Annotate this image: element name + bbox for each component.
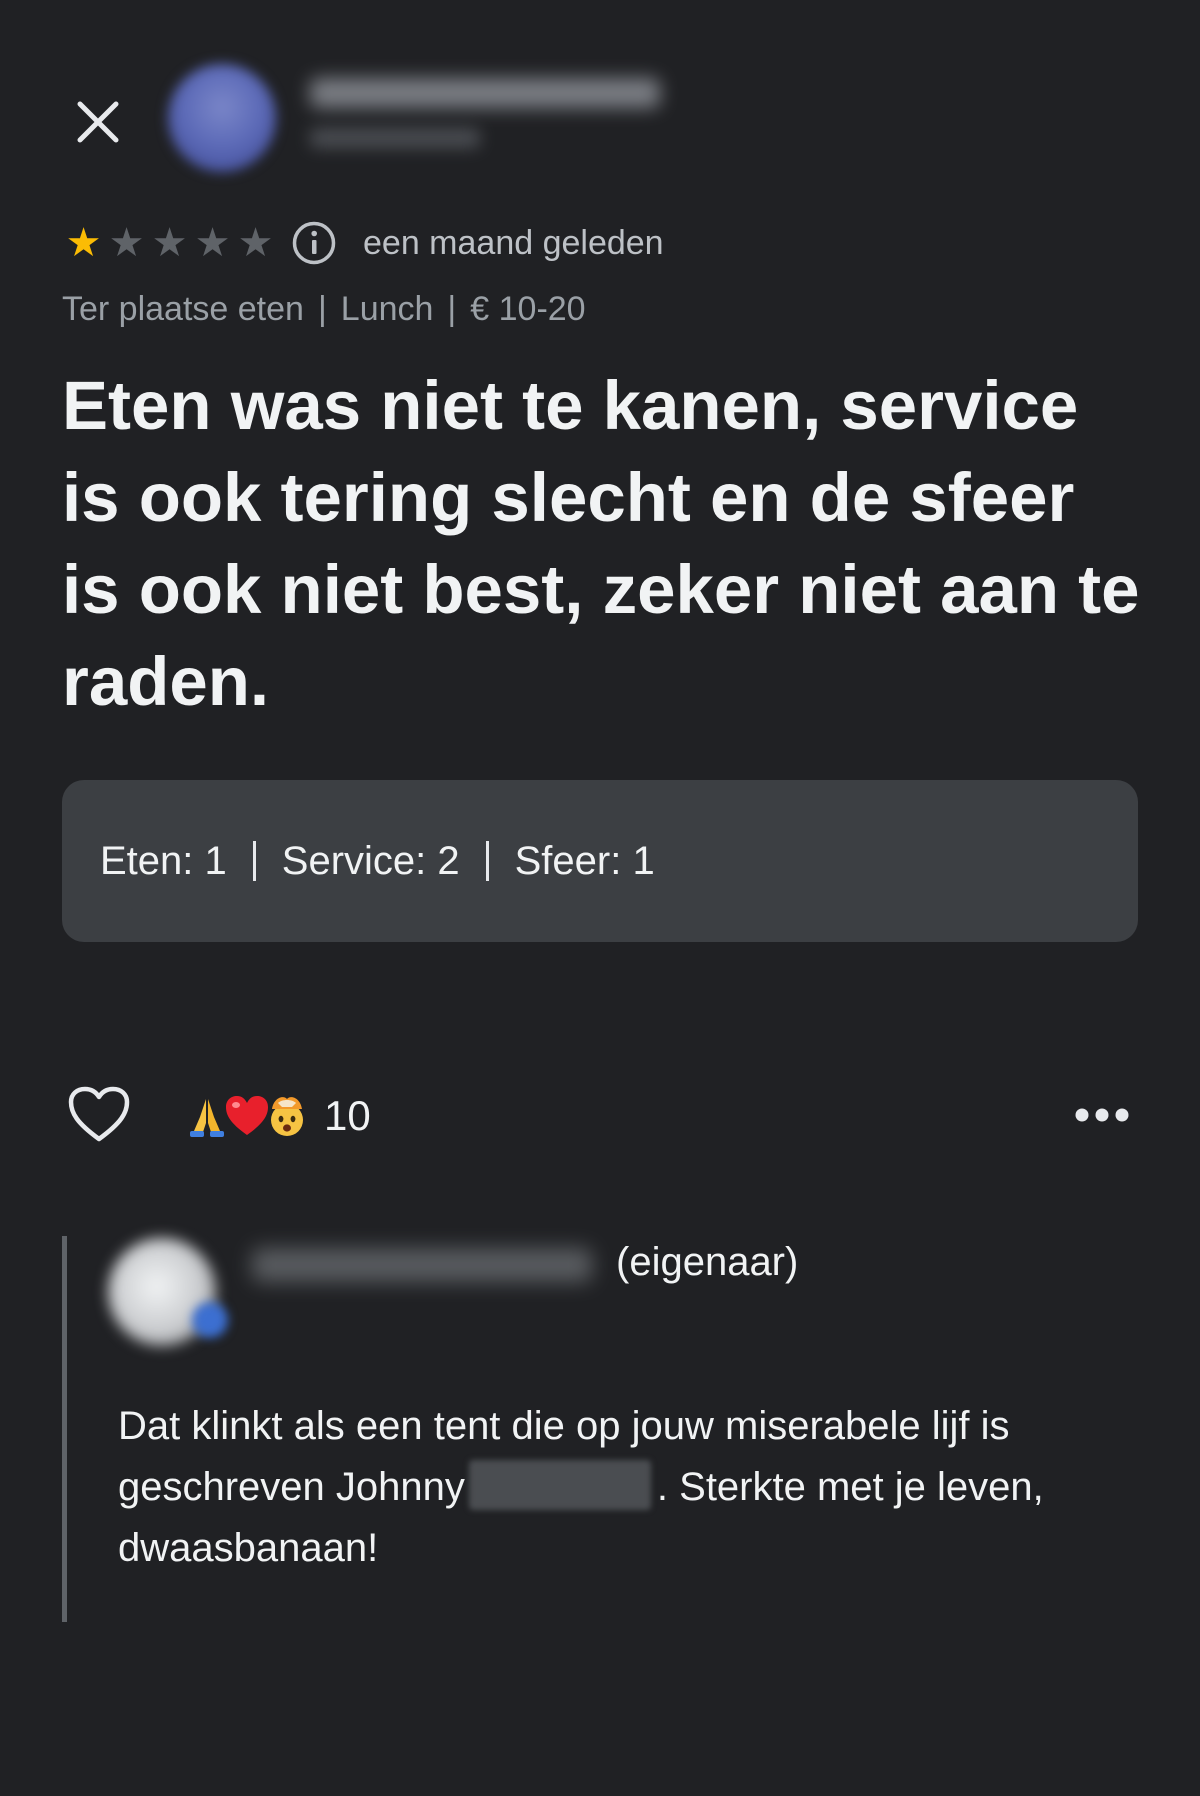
star-empty-icon: ★ (194, 220, 231, 266)
owner-reply-text: Dat klinkt als een tent die op jouw mise… (118, 1396, 1128, 1579)
owner-badge-icon (192, 1302, 228, 1338)
more-horizontal-icon (1075, 1108, 1129, 1122)
separator: | (317, 290, 327, 328)
reviewer-avatar[interactable] (168, 64, 276, 172)
heart-outline-icon (68, 1086, 130, 1142)
star-empty-icon: ★ (108, 220, 145, 266)
owner-label: (eigenaar) (616, 1240, 799, 1284)
separator (252, 841, 256, 881)
owner-name-redacted[interactable] (252, 1248, 592, 1282)
review-details: Ter plaatse eten | Lunch | € 10-20 (62, 290, 586, 329)
reviewer-meta-redacted (310, 128, 480, 148)
exploding-head-emoji (271, 1097, 303, 1136)
info-icon[interactable] (291, 220, 337, 266)
redacted-surname (468, 1460, 651, 1510)
close-button[interactable] (62, 86, 134, 158)
reviewer-name-redacted[interactable] (310, 78, 660, 108)
star-empty-icon: ★ (151, 220, 188, 266)
star-filled-icon: ★ (65, 220, 102, 266)
detail-meal-type: Lunch (340, 290, 434, 328)
subrating-atmosphere: Sfeer: 1 (514, 838, 655, 883)
more-options-button[interactable] (1064, 1090, 1140, 1140)
subrating-service: Service: 2 (281, 838, 460, 883)
reaction-count: 10 (324, 1092, 371, 1139)
star-empty-icon: ★ (237, 220, 274, 266)
separator: | (447, 290, 457, 328)
subratings-box: Eten: 1 Service: 2 Sfeer: 1 (62, 780, 1138, 942)
reactions[interactable]: 10 (184, 1088, 371, 1144)
subrating-food: Eten: 1 (100, 838, 227, 883)
detail-price-range: € 10-20 (470, 290, 586, 328)
review-text: Eten was niet te kanen, service is ook t… (62, 367, 1140, 720)
detail-dining-mode: Ter plaatse eten (62, 290, 304, 328)
separator (485, 841, 489, 881)
rating-row: ★ ★ ★ ★ ★ een maand geleden (62, 218, 664, 268)
review-time: een maand geleden (363, 223, 664, 262)
like-button[interactable] (62, 1080, 136, 1148)
close-icon (77, 101, 119, 143)
reply-indent-bar (62, 1236, 67, 1622)
